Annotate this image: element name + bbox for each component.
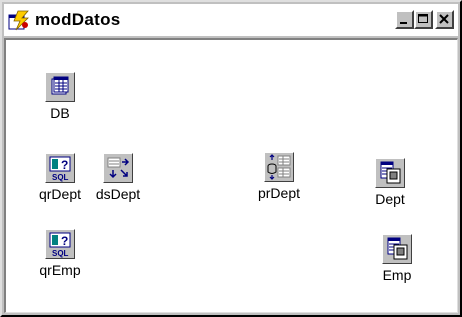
component-label: Dept: [375, 191, 405, 207]
sql-query-icon: ? SQL: [45, 153, 75, 183]
sql-query-icon: ? SQL: [45, 229, 75, 259]
database-icon: [45, 72, 75, 102]
component-label: Emp: [382, 267, 412, 283]
component-emp[interactable]: Emp: [357, 234, 437, 283]
component-dept[interactable]: Dept: [350, 158, 430, 207]
component-prdept[interactable]: prDept: [239, 152, 319, 201]
window-title: modDatos: [35, 10, 121, 29]
svg-text:?: ?: [61, 158, 68, 172]
provider-icon: [264, 152, 294, 182]
component-label: dsDept: [95, 186, 141, 202]
component-label: qrEmp: [39, 262, 81, 278]
clientdataset-icon: [375, 158, 405, 188]
svg-text:?: ?: [61, 234, 68, 248]
component-dsdept[interactable]: dsDept: [78, 153, 158, 202]
clientdataset-icon: [382, 234, 412, 264]
svg-text:SQL: SQL: [52, 249, 69, 258]
close-button[interactable]: [435, 10, 454, 29]
minimize-icon: [400, 22, 407, 24]
component-label: DB: [50, 105, 70, 121]
form-window[interactable]: modDatos DB ? SQL qrDept dsDept prDept D…: [0, 0, 462, 317]
title-bar[interactable]: modDatos: [4, 4, 458, 36]
datasource-icon: [103, 153, 133, 183]
minimize-button[interactable]: [395, 10, 414, 29]
close-icon: [439, 14, 449, 24]
maximize-button[interactable]: [414, 10, 433, 29]
svg-text:SQL: SQL: [52, 173, 69, 182]
component-label: prDept: [257, 185, 301, 201]
component-qremp[interactable]: ? SQL qrEmp: [20, 229, 100, 278]
delphi-form-icon: [8, 10, 29, 31]
component-db[interactable]: DB: [20, 72, 100, 121]
maximize-icon: [418, 14, 428, 23]
form-client-area[interactable]: DB ? SQL qrDept dsDept prDept Dept ? SQL…: [4, 38, 458, 313]
